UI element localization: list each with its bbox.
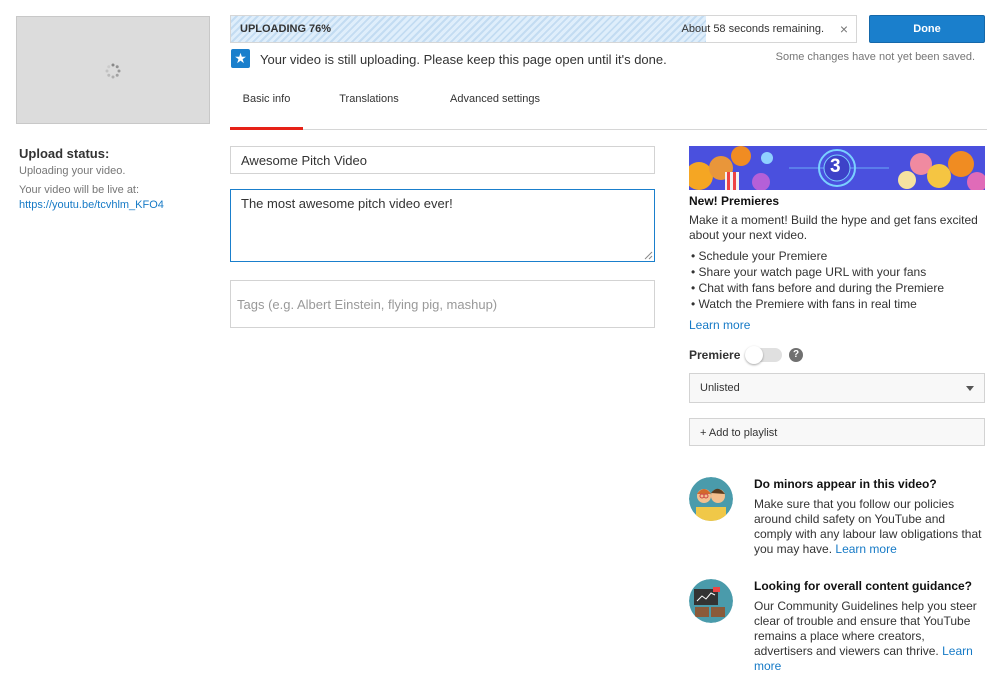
- tags-input[interactable]: [230, 280, 655, 328]
- loading-spinner-icon: [105, 63, 121, 79]
- upload-progress-bar: UPLOADING 76% About 58 seconds remaining…: [230, 15, 857, 43]
- premieres-body: Make it a moment! Build the hype and get…: [689, 213, 978, 242]
- upload-status-text: Uploading your video.: [19, 165, 126, 177]
- premieres-bullet-list: Schedule your Premiere Share your watch …: [691, 248, 944, 312]
- upload-progress-label: UPLOADING 76%: [240, 23, 332, 35]
- resize-handle-icon[interactable]: [644, 251, 653, 260]
- list-item: Share your watch page URL with your fans: [691, 264, 944, 280]
- list-item: Chat with fans before and during the Pre…: [691, 280, 944, 296]
- upload-status-title: Upload status:: [19, 146, 110, 161]
- star-icon: ★: [231, 49, 250, 68]
- toggle-knob: [745, 346, 763, 364]
- minors-body: Make sure that you follow our policies a…: [754, 497, 984, 557]
- tab-bar: Basic info Translations Advanced setting…: [230, 84, 987, 130]
- help-icon[interactable]: ?: [789, 348, 803, 362]
- guidance-title: Looking for overall content guidance?: [754, 579, 973, 593]
- list-item: Watch the Premiere with fans in real tim…: [691, 296, 944, 312]
- video-thumbnail: [16, 16, 210, 124]
- premieres-banner-number: 3: [830, 156, 841, 177]
- premiere-toggle-label: Premiere: [689, 348, 741, 362]
- chevron-down-icon: [966, 386, 974, 391]
- premiere-toggle[interactable]: [745, 346, 782, 364]
- unsaved-changes-text: Some changes have not yet been saved.: [775, 51, 975, 63]
- cancel-upload-close-icon[interactable]: ×: [840, 21, 848, 37]
- live-url-label: Your video will be live at:: [19, 184, 140, 196]
- premieres-banner: 3: [689, 146, 985, 190]
- content-guidance-illustration-icon: [689, 579, 733, 623]
- tab-basic-info[interactable]: Basic info: [230, 84, 303, 130]
- time-remaining-text: About 58 seconds remaining.: [681, 23, 824, 35]
- children-illustration-icon: [689, 477, 733, 521]
- premieres-title: New! Premieres: [689, 194, 780, 208]
- add-to-playlist-button[interactable]: + Add to playlist: [689, 418, 985, 446]
- privacy-select[interactable]: Unlisted: [689, 373, 985, 403]
- tab-advanced-settings[interactable]: Advanced settings: [440, 84, 550, 130]
- privacy-selected-value: Unlisted: [700, 382, 740, 394]
- description-textarea[interactable]: The most awesome pitch video ever!: [230, 189, 655, 262]
- done-button[interactable]: Done: [869, 15, 985, 43]
- minors-title: Do minors appear in this video?: [754, 477, 937, 491]
- title-input[interactable]: [230, 146, 655, 174]
- tab-translations[interactable]: Translations: [330, 84, 408, 130]
- upload-notice: Your video is still uploading. Please ke…: [260, 52, 667, 67]
- video-url-link[interactable]: https://youtu.be/tcvhlm_KFO4: [19, 199, 164, 211]
- minors-learn-more-link[interactable]: Learn more: [835, 542, 896, 556]
- guidance-body: Our Community Guidelines help you steer …: [754, 599, 984, 674]
- list-item: Schedule your Premiere: [691, 248, 944, 264]
- premieres-learn-more-link[interactable]: Learn more: [689, 318, 750, 332]
